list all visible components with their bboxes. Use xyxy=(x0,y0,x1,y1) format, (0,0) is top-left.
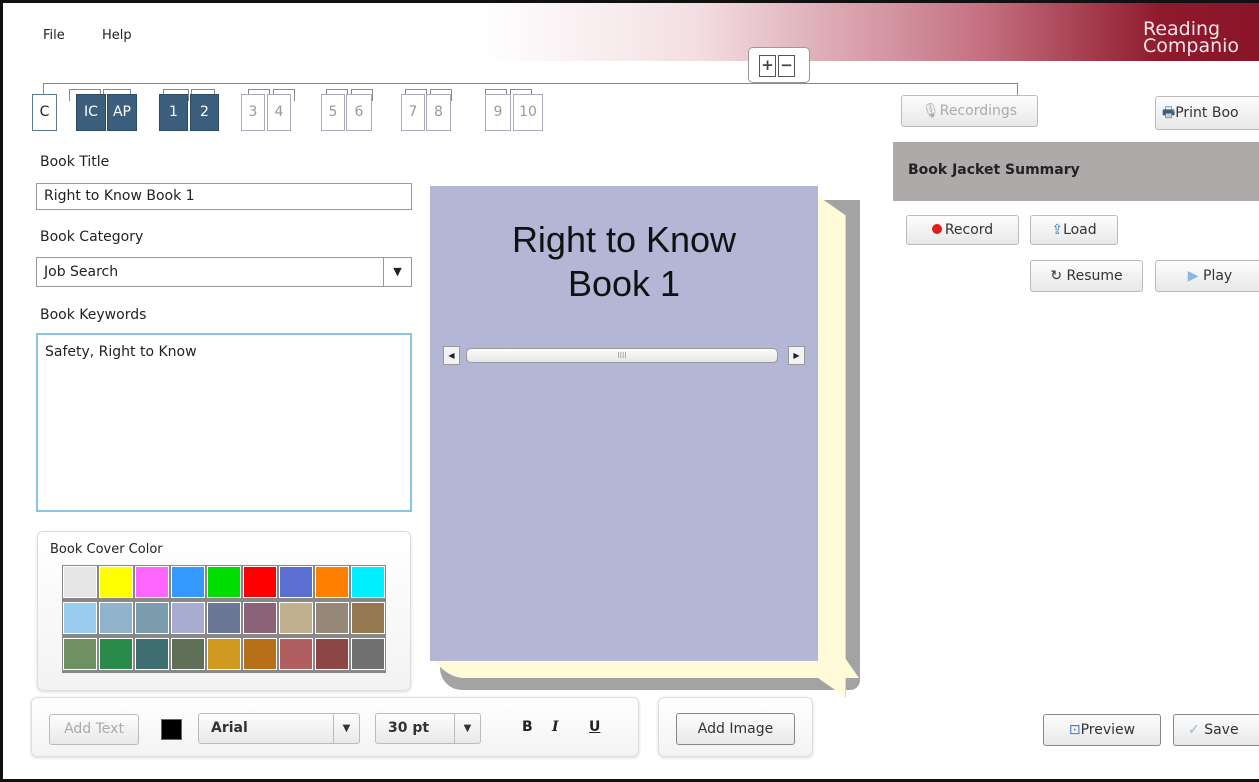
upload-icon: ⇪ xyxy=(1051,222,1064,238)
resume-button[interactable]: ↻ Resume xyxy=(1030,260,1143,292)
play-button[interactable]: ▶ Play xyxy=(1155,260,1259,292)
book-pages-bottom xyxy=(433,658,860,678)
tab-page-2[interactable]: 2 xyxy=(190,94,219,131)
italic-button[interactable]: I xyxy=(552,719,559,735)
add-text-button[interactable]: Add Text xyxy=(49,714,139,745)
tab-cover[interactable]: C xyxy=(32,94,57,131)
color-swatch[interactable] xyxy=(135,602,169,634)
color-swatch[interactable] xyxy=(99,602,133,634)
color-swatch[interactable] xyxy=(99,566,133,598)
book-cover-title: Right to Know Book 1 xyxy=(511,219,737,304)
color-swatch[interactable] xyxy=(351,602,385,634)
color-swatch[interactable] xyxy=(243,602,277,634)
color-swatch[interactable] xyxy=(171,638,205,670)
tab-about-page[interactable]: AP xyxy=(107,94,137,131)
record-button[interactable]: Record xyxy=(906,215,1019,245)
color-swatch[interactable] xyxy=(315,566,349,598)
tab-inside-cover[interactable]: IC xyxy=(76,94,106,131)
book-category-label: Book Category xyxy=(40,229,144,245)
book-cover-preview: Right to Know Book 1 xyxy=(430,186,818,661)
menu-help[interactable]: Help xyxy=(102,28,132,43)
top-bar xyxy=(3,3,1259,61)
color-swatch[interactable] xyxy=(351,638,385,670)
book-title-input[interactable]: Right to Know Book 1 xyxy=(36,183,412,210)
save-button[interactable]: ✓ Save xyxy=(1173,714,1259,746)
preview-button[interactable]: ⊡Preview xyxy=(1043,714,1161,746)
page-add-remove-control: + − xyxy=(748,47,810,83)
reading-companion-logo: Reading Companio xyxy=(1143,18,1240,57)
tab-page-1[interactable]: 1 xyxy=(159,94,188,131)
tab-page-4[interactable]: 4 xyxy=(267,94,291,131)
record-dot-icon xyxy=(931,224,942,234)
tab-page-8[interactable]: 8 xyxy=(426,94,451,131)
refresh-icon: ↻ xyxy=(1050,268,1063,284)
play-icon: ▶ xyxy=(1187,268,1199,284)
color-swatch[interactable] xyxy=(171,566,205,598)
color-swatch[interactable] xyxy=(63,638,97,670)
color-swatch[interactable] xyxy=(279,602,313,634)
font-select[interactable]: Arial ▼ xyxy=(198,713,360,744)
font-value: Arial xyxy=(211,720,248,736)
color-swatch[interactable] xyxy=(207,566,241,598)
color-swatch[interactable] xyxy=(243,638,277,670)
color-swatch[interactable] xyxy=(135,566,169,598)
text-color-picker[interactable] xyxy=(161,719,182,740)
tab-page-7[interactable]: 7 xyxy=(401,94,425,131)
color-swatch[interactable] xyxy=(171,602,205,634)
tab-page-5[interactable]: 5 xyxy=(321,94,345,131)
tab-page-6[interactable]: 6 xyxy=(346,94,372,131)
color-swatch[interactable] xyxy=(279,566,313,598)
text-toolbar: Add Text Arial ▼ 30 pt ▼ B I U xyxy=(31,697,639,757)
add-page-button[interactable]: + xyxy=(759,55,776,77)
book-title-label: Book Title xyxy=(40,154,110,170)
font-size-value: 30 pt xyxy=(388,720,430,736)
app-window: File Help Reading Companio + − C IC AP 1 … xyxy=(0,0,1259,782)
color-swatch[interactable] xyxy=(63,566,97,598)
add-image-button[interactable]: Add Image xyxy=(676,713,795,745)
dropdown-arrow-icon[interactable]: ▼ xyxy=(454,714,480,743)
printer-icon: 🖶 xyxy=(1162,105,1176,121)
preview-icon: ⊡ xyxy=(1068,722,1081,738)
color-swatch[interactable] xyxy=(207,602,241,634)
color-swatch[interactable] xyxy=(135,638,169,670)
book-keywords-label: Book Keywords xyxy=(40,307,147,323)
book-horizontal-scrollbar[interactable]: ◀ IIII ▶ xyxy=(443,346,805,365)
color-swatch[interactable] xyxy=(207,638,241,670)
book-cover-color-panel: Book Cover Color xyxy=(37,531,411,691)
color-swatch[interactable] xyxy=(63,602,97,634)
scroll-thumb[interactable]: IIII xyxy=(466,348,778,363)
font-size-select[interactable]: 30 pt ▼ xyxy=(375,713,481,744)
tab-page-10[interactable]: 10 xyxy=(513,94,543,131)
color-swatch[interactable] xyxy=(351,566,385,598)
tab-page-3[interactable]: 3 xyxy=(241,94,265,131)
microphone-icon: 🎙 xyxy=(921,103,940,119)
print-book-button[interactable]: 🖶Print Boo xyxy=(1155,96,1259,130)
scroll-right-icon[interactable]: ▶ xyxy=(788,346,805,365)
dropdown-arrow-icon[interactable]: ▼ xyxy=(383,258,411,286)
book-jacket-summary-title: Book Jacket Summary xyxy=(908,162,1080,178)
book-category-value: Job Search xyxy=(44,264,119,280)
book-jacket-summary-header: Book Jacket Summary xyxy=(893,142,1259,201)
menu-file[interactable]: File xyxy=(43,28,65,43)
color-palette-grid xyxy=(62,565,386,673)
scroll-left-icon[interactable]: ◀ xyxy=(443,346,460,365)
bold-button[interactable]: B xyxy=(522,719,533,735)
recordings-button[interactable]: 🎙Recordings xyxy=(901,95,1038,127)
book-cover-color-label: Book Cover Color xyxy=(50,542,163,557)
remove-page-button[interactable]: − xyxy=(778,55,795,77)
underline-button[interactable]: U xyxy=(589,719,600,735)
book-category-select[interactable]: Job Search ▼ xyxy=(36,257,412,287)
color-swatch[interactable] xyxy=(315,638,349,670)
checkmark-icon: ✓ xyxy=(1188,722,1200,738)
color-swatch[interactable] xyxy=(243,566,277,598)
image-toolbar: Add Image xyxy=(658,697,813,757)
tab-page-9[interactable]: 9 xyxy=(485,94,511,131)
book-keywords-textarea[interactable]: Safety, Right to Know xyxy=(36,333,412,512)
book-pages-edge xyxy=(818,196,846,698)
load-button[interactable]: ⇪Load xyxy=(1030,215,1118,245)
color-swatch[interactable] xyxy=(99,638,133,670)
color-swatch[interactable] xyxy=(279,638,313,670)
color-swatch[interactable] xyxy=(315,602,349,634)
dropdown-arrow-icon[interactable]: ▼ xyxy=(333,714,359,743)
